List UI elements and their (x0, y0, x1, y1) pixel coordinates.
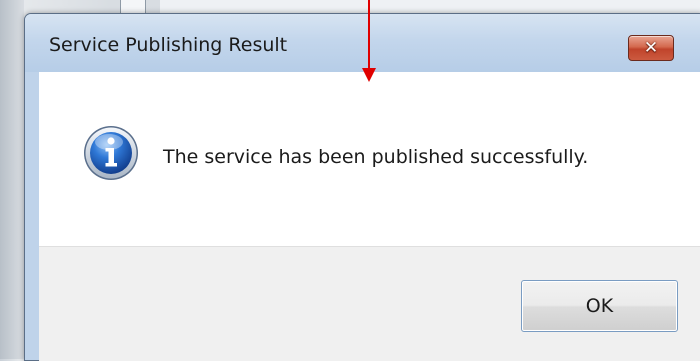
dialog-message: The service has been published successfu… (163, 146, 589, 168)
background-window-top (160, 0, 700, 14)
dialog-content: The service has been published successfu… (39, 72, 700, 246)
close-button[interactable]: ✕ (628, 35, 674, 61)
dialog-footer: OK (39, 246, 700, 361)
dialog-title: Service Publishing Result (49, 34, 288, 56)
desktop-background-edge (0, 0, 24, 359)
service-publishing-result-dialog: Service Publishing Result ✕ The service … (24, 13, 700, 361)
close-icon: ✕ (643, 37, 659, 58)
dialog-titlebar[interactable]: Service Publishing Result ✕ (25, 14, 700, 72)
annotation-arrow-head (362, 68, 376, 82)
annotation-arrow-shaft (368, 0, 370, 70)
ok-button[interactable]: OK (521, 280, 678, 332)
information-icon (84, 126, 138, 180)
